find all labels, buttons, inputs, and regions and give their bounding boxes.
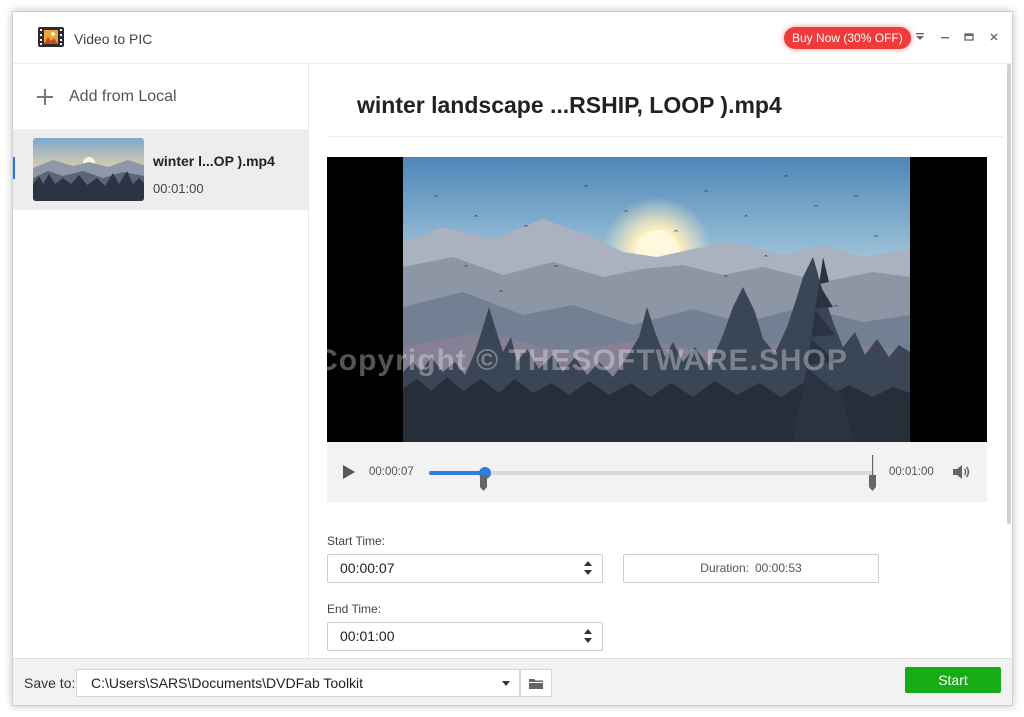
- end-time-field[interactable]: [327, 622, 603, 651]
- play-icon[interactable]: [341, 463, 357, 481]
- video-title: winter landscape ...RSHIP, LOOP ).mp4: [357, 92, 782, 118]
- end-time-display: 00:01:00: [889, 466, 934, 478]
- save-path-text: C:\Users\SARS\Documents\DVDFab Toolkit: [91, 675, 364, 691]
- start-button[interactable]: Start: [905, 667, 1001, 693]
- end-marker[interactable]: [869, 455, 876, 491]
- app-title: Video to PIC: [74, 31, 153, 47]
- spinner-icon[interactable]: [584, 629, 592, 643]
- seek-progress: [429, 471, 485, 475]
- save-to-label: Save to:: [24, 675, 76, 691]
- seek-track[interactable]: [429, 471, 873, 475]
- app-window: Video to PIC Buy Now (30% OFF) Add from …: [12, 11, 1013, 706]
- video-thumbnail: [33, 138, 144, 201]
- current-time: 00:00:07: [369, 466, 414, 478]
- save-path-dropdown[interactable]: C:\Users\SARS\Documents\DVDFab Toolkit: [76, 669, 520, 697]
- minimize-icon[interactable]: [936, 28, 954, 46]
- film-icon: [38, 27, 64, 47]
- add-from-local-button[interactable]: Add from Local: [35, 82, 177, 112]
- video-player[interactable]: Copyright © THESOFTWARE.SHOP: [327, 157, 987, 442]
- caret-down-icon: [502, 681, 510, 686]
- add-from-local-label: Add from Local: [69, 88, 177, 105]
- end-time-label: End Time:: [327, 602, 382, 616]
- plus-icon: [35, 87, 55, 107]
- file-list-item[interactable]: winter l...OP ).mp4 00:01:00: [13, 129, 308, 210]
- end-time-input[interactable]: [328, 623, 580, 648]
- title-bar: Video to PIC Buy Now (30% OFF): [13, 12, 1012, 64]
- selection-indicator: [13, 157, 15, 179]
- volume-icon[interactable]: [951, 462, 971, 482]
- menu-icon[interactable]: [911, 28, 929, 46]
- file-name: winter l...OP ).mp4: [153, 153, 275, 169]
- main-panel: winter landscape ...RSHIP, LOOP ).mp4 Co…: [309, 64, 1012, 658]
- file-duration: 00:01:00: [153, 181, 204, 196]
- browse-folder-button[interactable]: [520, 669, 552, 697]
- close-icon[interactable]: [985, 28, 1003, 46]
- start-time-field[interactable]: [327, 554, 603, 583]
- start-marker[interactable]: [480, 475, 487, 491]
- start-time-label: Start Time:: [327, 534, 386, 548]
- video-frame: [403, 157, 910, 442]
- file-sidebar: Add from Local winter l...OP ).mp4 00:01…: [13, 64, 309, 658]
- scrollbar[interactable]: [1007, 64, 1011, 524]
- buy-now-button[interactable]: Buy Now (30% OFF): [784, 27, 911, 49]
- duration-label: Duration:: [700, 561, 749, 575]
- maximize-icon[interactable]: [960, 28, 978, 46]
- folder-icon: [529, 678, 543, 689]
- duration-display: Duration: 00:00:53: [623, 554, 879, 583]
- spinner-icon[interactable]: [584, 561, 592, 575]
- duration-value: 00:00:53: [754, 561, 802, 575]
- start-time-input[interactable]: [328, 555, 580, 580]
- playback-controls: 00:00:07 00:01:00: [327, 442, 987, 502]
- title-divider: [327, 136, 1003, 137]
- bottom-bar: Save to: C:\Users\SARS\Documents\DVDFab …: [13, 658, 1012, 705]
